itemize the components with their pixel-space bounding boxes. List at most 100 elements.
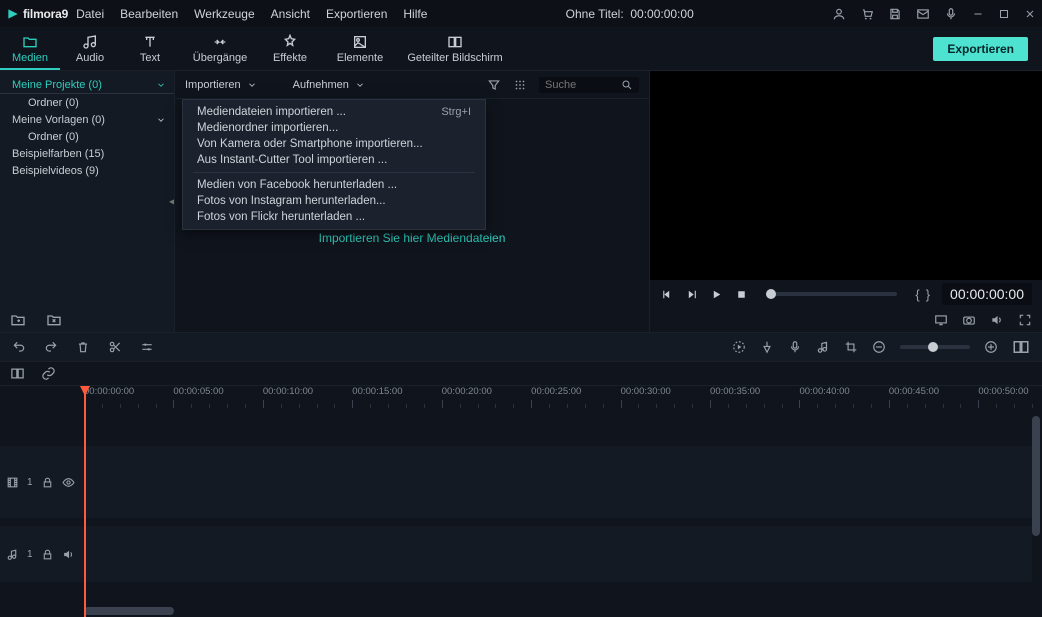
mark-in-icon[interactable]: { [915,287,919,302]
ctx-download-instagram[interactable]: Fotos von Instagram herunterladen... [183,193,485,209]
music-icon [82,34,98,50]
menu-tools[interactable]: Werkzeuge [194,7,254,21]
cart-icon[interactable] [860,7,874,21]
ctx-import-files[interactable]: Mediendateien importieren ...Strg+I [183,104,485,120]
zoom-out-icon[interactable] [872,340,886,354]
ruler-mark: 00:00:50:00 [978,386,1028,397]
track-manager-icon[interactable] [10,366,25,381]
import-dropdown[interactable]: Importieren [185,79,257,91]
volume-icon[interactable] [62,548,75,561]
menu-edit[interactable]: Bearbeiten [120,7,178,21]
record-dropdown[interactable]: Aufnehmen [293,79,365,91]
menu-view[interactable]: Ansicht [271,7,310,21]
media-panel: Importieren Aufnehmen Importieren Sie hi… [175,71,650,332]
undo-icon[interactable] [12,340,26,354]
maximize-icon[interactable] [998,8,1010,20]
display-icon[interactable] [934,313,948,327]
ctx-import-instantcutter[interactable]: Aus Instant-Cutter Tool importieren ... [183,152,485,168]
sidebar-item-folder-2[interactable]: Ordner (0) [0,128,174,145]
ctx-import-folder[interactable]: Medienordner importieren... [183,120,485,136]
progress-thumb[interactable] [766,289,776,299]
zoom-in-icon[interactable] [984,340,998,354]
fullscreen-icon[interactable] [1018,313,1032,327]
audio-mixer-icon[interactable] [816,340,830,354]
tab-elements[interactable]: Elemente [320,27,400,70]
menu-help[interactable]: Hilfe [403,7,427,21]
zoom-slider[interactable] [900,345,970,349]
tab-media[interactable]: Medien [0,27,60,70]
preview-canvas[interactable] [650,71,1042,280]
mail-icon[interactable] [916,7,930,21]
search-input[interactable] [545,79,615,91]
volume-icon[interactable] [990,313,1004,327]
render-icon[interactable] [732,340,746,354]
mic-icon[interactable] [944,7,958,21]
tab-audio[interactable]: Audio [60,27,120,70]
step-forward-icon[interactable] [685,288,698,301]
sidebar-collapse-handle[interactable]: ◂ [169,196,174,207]
redo-icon[interactable] [44,340,58,354]
crop-icon[interactable] [844,340,858,354]
filter-icon[interactable] [487,78,501,92]
ctx-download-facebook[interactable]: Medien von Facebook herunterladen ... [183,177,485,193]
timeline-scroll-h[interactable] [84,607,174,615]
app-name: filmora9 [23,7,68,21]
minimize-icon[interactable] [972,8,984,20]
snapshot-icon[interactable] [962,313,976,327]
tab-effects[interactable]: Effekte [260,27,320,70]
zoom-thumb[interactable] [928,342,938,352]
video-track[interactable]: 1 [0,446,1032,518]
ruler-mark: 00:00:05:00 [173,386,223,397]
new-folder-icon[interactable] [10,312,26,328]
dropzone-label[interactable]: Importieren Sie hier Mediendateien [319,231,506,245]
preview-controls-2 [650,308,1042,332]
eye-icon[interactable] [62,476,75,489]
stop-icon[interactable] [735,288,748,301]
export-button[interactable]: Exportieren [933,37,1028,61]
play-icon[interactable] [710,288,723,301]
delete-icon[interactable] [76,340,90,354]
grid-view-icon[interactable] [513,78,527,92]
audio-track[interactable]: 1 [0,526,1032,582]
menu-file[interactable]: Datei [76,7,104,21]
link-icon[interactable] [41,366,56,381]
effects-icon [282,34,298,50]
preview-progress[interactable] [766,292,897,296]
ruler-mark: 00:00:45:00 [889,386,939,397]
main-menu: Datei Bearbeiten Werkzeuge Ansicht Expor… [76,7,427,21]
tab-splitscreen[interactable]: Geteilter Bildschirm [400,27,510,70]
timeline-scroll-v[interactable] [1032,416,1040,536]
close-icon[interactable] [1024,8,1036,20]
timeline-layout-icon[interactable] [1012,338,1030,356]
delete-folder-icon[interactable] [46,312,62,328]
search-input-wrap[interactable] [539,77,639,93]
timeline-toolbar [0,332,1042,362]
ctx-download-flickr[interactable]: Fotos von Flickr herunterladen ... [183,209,485,225]
tab-transitions[interactable]: Übergänge [180,27,260,70]
tab-text[interactable]: Text [120,27,180,70]
timeline-ruler[interactable]: 00:00:00:0000:00:05:0000:00:10:0000:00:1… [84,386,1032,410]
chevron-down-icon [247,80,257,90]
ruler-mark: 00:00:00:00 [84,386,134,397]
ctx-import-camera[interactable]: Von Kamera oder Smartphone importieren..… [183,136,485,152]
split-icon[interactable] [108,340,122,354]
sidebar-item-sample-colors[interactable]: Beispielfarben (15) [0,145,174,162]
save-icon[interactable] [888,7,902,21]
sidebar-item-my-projects[interactable]: Meine Projekte (0) [0,77,174,94]
audio-track-head: 1 [0,526,80,582]
lock-icon[interactable] [41,548,54,561]
mark-out-icon[interactable]: } [926,287,930,302]
sidebar-item-folder-1[interactable]: Ordner (0) [0,94,174,111]
elements-icon [352,34,368,50]
menu-export[interactable]: Exportieren [326,7,387,21]
record-vo-icon[interactable] [788,340,802,354]
lock-icon[interactable] [41,476,54,489]
prev-frame-icon[interactable] [660,288,673,301]
sidebar-item-sample-videos[interactable]: Beispielvideos (9) [0,162,174,179]
text-icon [142,34,158,50]
sidebar-item-my-templates[interactable]: Meine Vorlagen (0) [0,111,174,128]
account-icon[interactable] [832,7,846,21]
adjust-icon[interactable] [140,340,154,354]
marker-icon[interactable] [760,340,774,354]
playhead[interactable] [84,386,86,617]
